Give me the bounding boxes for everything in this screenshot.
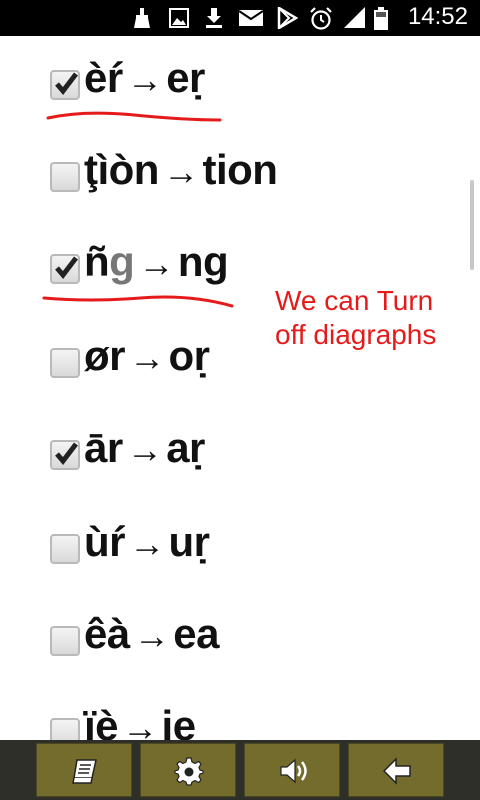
arrow-glyph: → (126, 429, 163, 470)
annotation-line: We can Turn (275, 285, 434, 316)
rule-checkbox[interactable] (50, 254, 80, 284)
status-time: 14:52 (407, 3, 468, 30)
signal-icon (344, 7, 365, 28)
alarm-icon (310, 7, 332, 30)
checkmark-icon (55, 256, 78, 279)
back-arrow-icon (382, 757, 411, 785)
rule-from: èŕ (84, 54, 123, 101)
rule-from: ïè (84, 702, 119, 740)
rule-from: êà (84, 610, 130, 657)
book-icon (72, 759, 97, 784)
annotation-text: We can Turn off diagraphs (275, 284, 436, 352)
rule-checkbox[interactable] (50, 440, 80, 470)
rule-to: uṛ (168, 518, 211, 565)
rule-to: eṛ (166, 54, 205, 101)
sound-button[interactable] (244, 743, 340, 797)
rule-label: èŕ →eṛ (84, 54, 205, 102)
play-store-icon (277, 7, 298, 29)
red-underline (46, 111, 222, 122)
mail-icon (238, 10, 264, 26)
status-bar: 14:52 (0, 0, 480, 36)
rule-checkbox[interactable] (50, 718, 80, 740)
rule-label: ār →aṛ (84, 424, 205, 472)
rule-from: ţìòn (84, 146, 159, 193)
rule-from: ñ (84, 238, 110, 285)
rule-label: êà →ea (84, 610, 219, 658)
gear-icon (174, 757, 204, 786)
rule-row[interactable]: êà →ea (0, 602, 480, 682)
rule-to: ng (177, 238, 229, 285)
rule-label: ør →oṛ (84, 332, 210, 380)
settings-button[interactable] (140, 743, 236, 797)
download-icon (206, 8, 222, 28)
rule-checkbox[interactable] (50, 162, 80, 192)
rule-checkbox[interactable] (50, 534, 80, 564)
book-button[interactable] (36, 743, 132, 797)
rule-checkbox[interactable] (50, 626, 80, 656)
arrow-glyph: → (162, 151, 199, 192)
arrow-glyph: → (129, 523, 165, 564)
arrow-glyph: → (126, 59, 163, 100)
rule-label: ţìòn →tion (84, 146, 278, 194)
back-button[interactable] (348, 743, 444, 797)
speaker-icon (280, 758, 307, 784)
rule-label: ùŕ →uṛ (84, 518, 210, 566)
red-underline (42, 295, 234, 308)
rule-row[interactable]: ïè →ie (0, 694, 480, 740)
rule-row[interactable]: ār →aṛ (0, 416, 480, 496)
checkmark-icon (55, 442, 78, 465)
arrow-glyph: → (133, 615, 170, 656)
rule-label: ñg →ng (84, 238, 229, 286)
diagraph-rule-list[interactable]: èŕ →eṛ ţìòn →tion ñg →ng ør →oṛ ār →aṛ ù… (0, 36, 480, 740)
scrollbar[interactable] (470, 180, 474, 270)
bottom-toolbar (0, 740, 480, 800)
cleaner-icon (134, 8, 150, 28)
arrow-glyph: → (129, 337, 165, 378)
rule-to: tion (202, 146, 278, 193)
rule-checkbox[interactable] (50, 348, 80, 378)
arrow-glyph: → (138, 243, 174, 284)
rule-to: ea (173, 610, 219, 657)
rule-from: ār (84, 424, 123, 471)
rule-to: oṛ (168, 332, 211, 379)
rule-to: ie (161, 702, 197, 740)
battery-icon (374, 7, 388, 30)
arrow-glyph: → (122, 707, 158, 740)
rule-from: ùŕ (84, 518, 126, 565)
annotation-line: off diagraphs (275, 319, 437, 350)
rule-to: aṛ (166, 424, 205, 471)
rule-row[interactable]: ùŕ →uṛ (0, 510, 480, 590)
rule-label: ïè →ie (84, 702, 196, 740)
rule-from: ør (84, 332, 126, 379)
rule-checkbox[interactable] (50, 70, 80, 100)
checkmark-icon (55, 72, 78, 95)
rule-row[interactable]: ţìòn →tion (0, 138, 480, 218)
image-icon (169, 8, 189, 28)
rule-from-dimmed: g (109, 238, 135, 285)
